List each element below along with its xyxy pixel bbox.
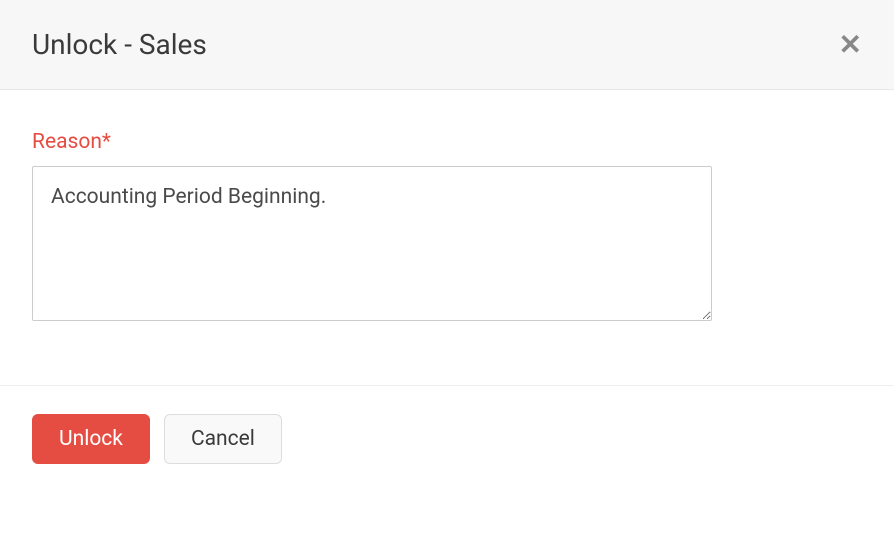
modal-header: Unlock - Sales ✕ [0,0,894,90]
reason-input[interactable] [32,166,712,321]
reason-label: Reason* [32,130,862,154]
modal-body: Reason* [0,90,894,385]
unlock-button[interactable]: Unlock [32,414,150,464]
modal-footer: Unlock Cancel [0,385,894,492]
cancel-button[interactable]: Cancel [164,414,282,464]
modal-title: Unlock - Sales [32,28,207,61]
close-icon[interactable]: ✕ [839,31,862,59]
